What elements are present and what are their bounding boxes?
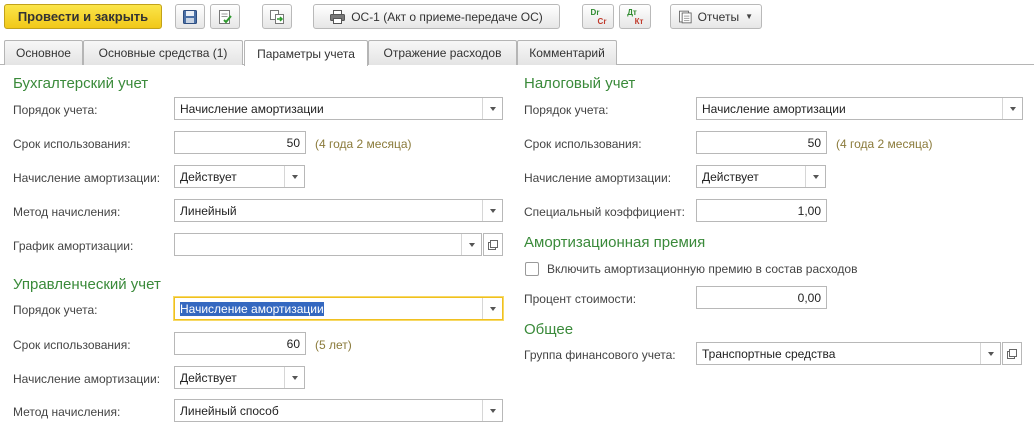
print-os1-button[interactable]: ОС-1 (Акт о приеме-передаче ОС) <box>313 4 560 29</box>
post-and-close-button[interactable]: Провести и закрыть <box>4 4 162 29</box>
management-method-value: Линейный способ <box>180 403 279 418</box>
tax-order-value: Начисление амортизации <box>702 101 846 116</box>
cr-label: Cr <box>597 16 607 26</box>
management-depreciation-value: Действует <box>180 370 237 385</box>
financial-group-select[interactable]: Транспортные средства <box>696 342 1001 365</box>
financial-group-label: Группа финансового учета: <box>524 348 676 362</box>
reports-icon <box>679 10 692 23</box>
tab-main[interactable]: Основное <box>4 40 83 65</box>
open-schedule-button[interactable] <box>483 233 503 256</box>
reports-button[interactable]: Отчеты ▼ <box>670 4 762 29</box>
bonus-percent-value: 0,00 <box>797 290 821 305</box>
tab-fixed-assets[interactable]: Основные средства (1) <box>83 40 243 65</box>
management-method-label: Метод начисления: <box>13 405 121 419</box>
kt-label: Кт <box>634 16 644 26</box>
include-bonus-checkbox[interactable] <box>525 262 539 276</box>
general-section-title: Общее <box>524 321 574 338</box>
dropdown-arrow-icon[interactable] <box>284 367 304 388</box>
management-term-label: Срок использования: <box>13 338 131 352</box>
management-term-value: 60 <box>286 336 300 351</box>
tax-coefficient-label: Специальный коэффициент: <box>524 205 685 219</box>
tax-term-hint: (4 года 2 месяца) <box>836 137 933 151</box>
accounting-depreciation-value: Действует <box>180 169 237 184</box>
bonus-percent-input[interactable]: 0,00 <box>696 286 827 309</box>
accounting-order-label: Порядок учета: <box>13 103 98 117</box>
management-depreciation-label: Начисление амортизации: <box>13 372 161 386</box>
tax-term-label: Срок использования: <box>524 137 642 151</box>
management-order-value-wrap: Начисление амортизации <box>175 301 482 316</box>
accounting-term-input[interactable]: 50 <box>174 131 306 154</box>
include-bonus-label[interactable]: Включить амортизационную премию в состав… <box>547 262 857 276</box>
accounting-order-select[interactable]: Начисление амортизации <box>174 97 503 120</box>
dropdown-arrow-icon[interactable] <box>805 166 825 187</box>
accounting-schedule-select[interactable] <box>174 233 482 256</box>
dropdown-arrow-icon[interactable] <box>980 343 1000 364</box>
management-term-hint: (5 лет) <box>315 338 352 352</box>
financial-group-value: Транспортные средства <box>702 346 836 361</box>
open-window-icon <box>488 239 498 250</box>
tax-term-value: 50 <box>807 135 821 150</box>
tax-depreciation-label: Начисление амортизации: <box>524 171 672 185</box>
tax-coefficient-input[interactable]: 1,00 <box>696 199 827 222</box>
save-button[interactable] <box>175 4 205 29</box>
open-window-icon <box>1007 348 1017 359</box>
open-financial-group-button[interactable] <box>1002 342 1022 365</box>
management-depreciation-select[interactable]: Действует <box>174 366 305 389</box>
dr-cr-postings-button[interactable]: Dr Cr <box>582 4 614 29</box>
dropdown-arrow-icon[interactable] <box>482 298 502 319</box>
create-based-on-button[interactable] <box>262 4 292 29</box>
tab-accounting-parameters[interactable]: Параметры учета <box>244 40 368 66</box>
accounting-schedule-label: График амортизации: <box>13 239 134 253</box>
accounting-depreciation-label: Начисление амортизации: <box>13 171 161 185</box>
tax-coefficient-value: 1,00 <box>797 203 821 218</box>
dr-label: Dr <box>590 7 600 17</box>
management-order-value: Начисление амортизации <box>180 301 324 316</box>
post-document-icon <box>219 9 232 24</box>
create-based-on-icon <box>270 9 284 24</box>
reports-label: Отчеты <box>697 9 740 24</box>
tab-expense-reflection[interactable]: Отражение расходов <box>368 40 517 65</box>
print-os1-label: ОС-1 (Акт о приеме-передаче ОС) <box>351 9 543 24</box>
accounting-depreciation-select[interactable]: Действует <box>174 165 305 188</box>
accounting-term-value: 50 <box>286 135 300 150</box>
accounting-method-label: Метод начисления: <box>13 205 121 219</box>
accounting-order-value: Начисление амортизации <box>180 101 324 116</box>
management-order-select[interactable]: Начисление амортизации <box>174 297 503 320</box>
accounting-section-title: Бухгалтерский учет <box>13 75 149 92</box>
tab-comment[interactable]: Комментарий <box>517 40 617 65</box>
tax-order-select[interactable]: Начисление амортизации <box>696 97 1023 120</box>
accounting-method-value: Линейный <box>180 203 237 218</box>
bonus-section-title: Амортизационная премия <box>524 234 706 251</box>
dropdown-arrow-icon[interactable] <box>1002 98 1022 119</box>
dropdown-arrow-icon[interactable] <box>284 166 304 187</box>
management-method-select[interactable]: Линейный способ <box>174 399 503 422</box>
dropdown-arrow-icon[interactable] <box>461 234 481 255</box>
tax-depreciation-select[interactable]: Действует <box>696 165 826 188</box>
management-section-title: Управленческий учет <box>13 276 161 293</box>
dt-kt-postings-button[interactable]: Дт Кт <box>619 4 651 29</box>
post-button[interactable] <box>210 4 240 29</box>
dt-label: Дт <box>627 7 637 17</box>
tax-depreciation-value: Действует <box>702 169 759 184</box>
dropdown-arrow-icon[interactable] <box>482 400 502 421</box>
printer-icon <box>330 9 346 24</box>
save-icon <box>183 9 197 24</box>
dropdown-arrow-icon[interactable] <box>482 200 502 221</box>
management-order-label: Порядок учета: <box>13 303 98 317</box>
accounting-term-label: Срок использования: <box>13 137 131 151</box>
chevron-down-icon: ▼ <box>745 12 753 21</box>
accounting-method-select[interactable]: Линейный <box>174 199 503 222</box>
bonus-percent-label: Процент стоимости: <box>524 292 637 306</box>
tax-term-input[interactable]: 50 <box>696 131 827 154</box>
management-term-input[interactable]: 60 <box>174 332 306 355</box>
tax-order-label: Порядок учета: <box>524 103 609 117</box>
accounting-term-hint: (4 года 2 месяца) <box>315 137 412 151</box>
tax-section-title: Налоговый учет <box>524 75 636 92</box>
dropdown-arrow-icon[interactable] <box>482 98 502 119</box>
